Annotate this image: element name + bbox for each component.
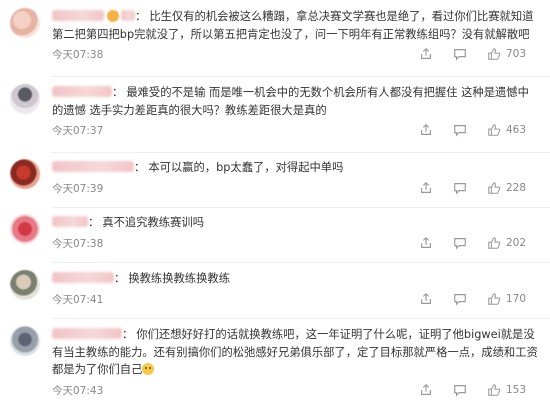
username[interactable] (52, 272, 114, 283)
thumb-up-icon[interactable] (485, 45, 503, 63)
comment-list: ：比生仅有的机会被这么糟蹋，拿总决赛文学赛也是绝了，看过你们比赛就知道第二把第四… (0, 0, 550, 405)
like-count: 463 (506, 124, 527, 136)
username[interactable] (52, 216, 88, 227)
share-icon[interactable] (417, 381, 435, 399)
thumb-up-icon[interactable] (485, 381, 503, 399)
username[interactable] (52, 328, 122, 339)
comment-icon[interactable] (451, 45, 469, 63)
avatar[interactable] (10, 84, 40, 114)
divider (52, 262, 550, 263)
thumb-up-icon[interactable] (485, 121, 503, 139)
comment-text: ：换教练换教练换教练 (52, 270, 538, 288)
comment-text: ：比生仅有的机会被这么糟蹋，拿总决赛文学赛也是绝了，看过你们比赛就知道第二把第四… (52, 10, 534, 41)
username[interactable] (52, 86, 112, 97)
comment-meta: 今天07:38 703 (52, 45, 538, 63)
username-suffix (121, 10, 135, 21)
share-icon[interactable] (417, 121, 435, 139)
timestamp: 今天07:41 (52, 293, 104, 306)
avatar[interactable] (10, 214, 40, 244)
timestamp: 今天07:43 (52, 384, 104, 397)
divider (52, 207, 550, 208)
like-count: 228 (506, 181, 527, 194)
timestamp: 今天07:37 (52, 125, 104, 137)
comment-text: ：本可以赢的，bp太蠢了，对得起中单吗 (52, 159, 538, 177)
comment-icon[interactable] (451, 179, 469, 197)
like-count: 153 (506, 383, 527, 396)
comment-meta: 今天07:38 202 (52, 234, 538, 252)
timestamp: 今天07:39 (52, 182, 104, 195)
divider (52, 318, 550, 319)
smile-emoji-icon (142, 363, 155, 375)
like-count: 202 (506, 236, 527, 249)
share-icon[interactable] (417, 179, 435, 197)
avatar[interactable] (10, 270, 40, 300)
thumb-up-icon[interactable] (485, 234, 503, 252)
username[interactable] (52, 10, 104, 21)
username[interactable] (52, 161, 134, 172)
like-count: 703 (506, 48, 527, 60)
thumb-up-icon[interactable] (485, 179, 503, 197)
comment-icon[interactable] (451, 234, 469, 252)
comment-meta: 今天07:43 153 (52, 381, 538, 399)
thumb-up-icon[interactable] (485, 290, 503, 308)
avatar[interactable] (10, 159, 40, 189)
share-icon[interactable] (417, 290, 435, 308)
avatar[interactable] (10, 326, 40, 356)
comment-icon[interactable] (451, 290, 469, 308)
share-icon[interactable] (417, 45, 435, 63)
comment-icon[interactable] (451, 381, 469, 399)
comment-text: ：真不追究教练赛训吗 (52, 214, 538, 232)
user-badge-icon (107, 10, 119, 22)
comment-text: ：最难受的不是输 而是唯一机会中的无数个机会所有人都没有把握住 这种是遗憾中的遗… (52, 86, 529, 117)
divider (52, 152, 550, 153)
comment-meta: 今天07:39 228 (52, 179, 538, 197)
share-icon[interactable] (417, 234, 435, 252)
avatar[interactable] (10, 8, 40, 38)
comment-meta: 今天07:37 463 (52, 121, 538, 139)
timestamp: 今天07:38 (52, 49, 104, 61)
comment-text: ：你们还想好好打的话就换教练吧，这一年证明了什么呢，证明了他bigwei就是没有… (52, 328, 538, 376)
timestamp: 今天07:38 (52, 237, 104, 250)
comment-meta: 今天07:41 170 (52, 290, 538, 308)
like-count: 170 (506, 292, 527, 305)
comment-icon[interactable] (451, 121, 469, 139)
divider (52, 76, 550, 77)
